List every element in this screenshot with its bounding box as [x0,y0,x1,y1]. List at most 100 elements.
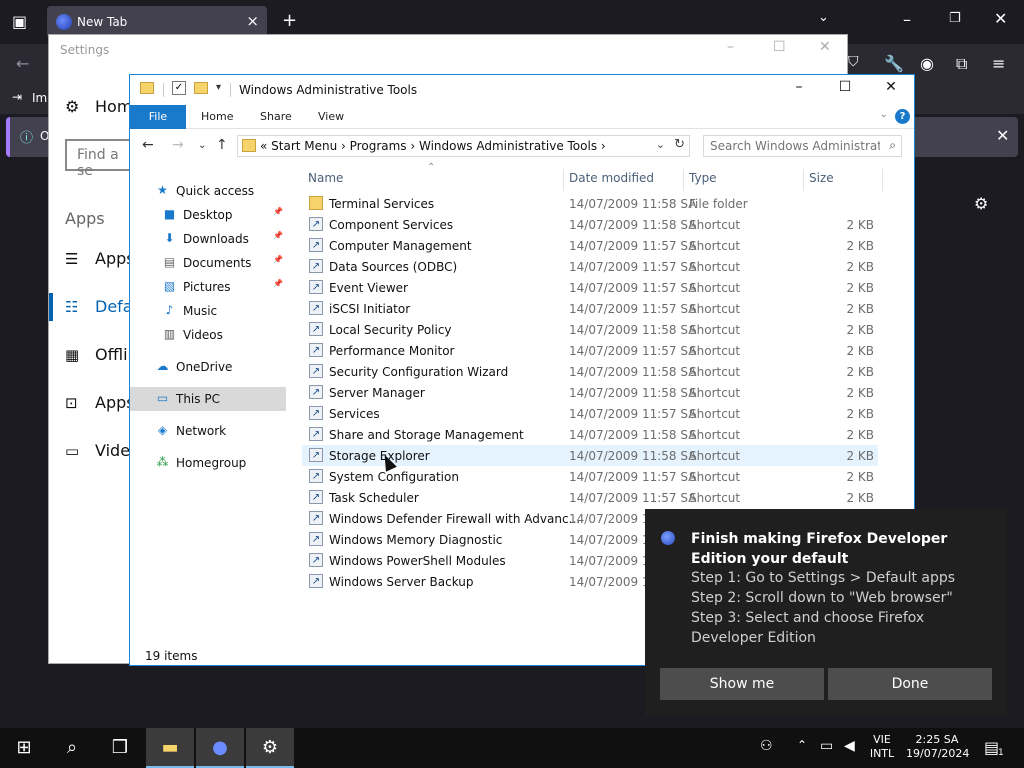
search-input[interactable] [710,138,880,154]
column-divider[interactable] [882,169,883,191]
start-windows-icon[interactable]: ⊞ [0,728,48,768]
page-settings-gear-icon[interactable]: ⚙ [974,194,988,213]
table-row[interactable]: ↗ Event Viewer 14/07/2009 11:57 SA Shortcut… [302,277,878,298]
forward-arrow-icon[interactable]: → [172,137,184,153]
pin-icon: 📌 [273,279,283,288]
table-row[interactable]: ↗ Services 14/07/2009 11:57 SA Shortcut 2 KB [302,403,878,424]
column-divider[interactable] [803,169,804,191]
table-row[interactable]: Terminal Services 14/07/2009 11:58 SA File… [302,193,878,214]
table-row[interactable]: ↗ Security Configuration Wizard 14/07/2009… [302,361,878,382]
explorer-maximize-icon[interactable]: ☐ [822,79,868,101]
new-tab-plus-icon[interactable]: + [282,10,297,31]
nav-item-this-pc[interactable]: ▭ This PC [130,387,286,411]
refresh-icon[interactable]: ↻ [674,137,685,152]
info-bar-close-icon[interactable]: ✕ [996,126,1009,145]
settings-nav-apps-websites[interactable]: ⊡ Apps [65,393,135,412]
nav-item-label: Videos [183,328,223,342]
breadcrumb[interactable]: « Start Menu › Programs › Windows Admini… [260,139,606,153]
file-name: Local Security Policy [329,323,452,337]
restore-icon[interactable]: ❐ [949,11,961,26]
menu-hamburger-icon[interactable]: ≡ [992,54,1005,73]
action-center-icon[interactable]: ▤ [984,738,999,757]
explorer-close-icon[interactable]: ✕ [868,79,914,101]
close-tab-icon[interactable]: × [246,12,259,30]
expand-ribbon-chevron-icon[interactable]: ⌄ [880,109,888,120]
done-button[interactable]: Done [828,668,992,700]
clock[interactable]: 2:25 SA 19/07/2024 [906,733,969,761]
ribbon-tab-home[interactable]: Home [201,110,233,123]
nav-item-network[interactable]: ◈ Network [130,419,286,443]
ribbon-tab-view[interactable]: View [318,110,344,123]
address-dropdown-icon[interactable]: ⌄ [656,138,665,151]
table-row[interactable]: ↗ Server Manager 14/07/2009 11:58 SA Shortc… [302,382,878,403]
back-arrow-icon[interactable]: ← [142,137,154,153]
search-box[interactable]: ⌕ [703,135,902,157]
settings-nav-apps-features[interactable]: ☰ Apps [65,249,135,268]
list-tabs-chevron-icon[interactable]: ⌄ [818,10,829,25]
nav-item-onedrive[interactable]: ☁ OneDrive [130,355,286,379]
settings-nav-offline-maps[interactable]: ▦ Offlin [65,345,138,364]
table-row[interactable]: ↗ Computer Management 14/07/2009 11:57 SA S… [302,235,878,256]
nav-item-documents[interactable]: ▤ Documents 📌 [130,251,286,275]
nav-item-pictures[interactable]: ▧ Pictures 📌 [130,275,286,299]
tab-overview-icon[interactable]: ▣ [12,12,27,31]
properties-check-icon[interactable]: ✓ [172,81,186,95]
tools-wrench-icon[interactable]: 🔧 [884,54,904,73]
ribbon-tab-share[interactable]: Share [260,110,292,123]
import-bookmarks-link[interactable]: Im [32,91,47,105]
column-header-name[interactable]: Name [308,171,343,185]
table-row[interactable]: ↗ Local Security Policy 14/07/2009 11:58 S… [302,319,878,340]
file-type: Shortcut [689,218,741,232]
input-language[interactable]: VIE INTL [868,733,896,761]
table-row[interactable]: ↗ iSCSI Initiator 14/07/2009 11:57 SA Short… [302,298,878,319]
column-divider[interactable] [563,169,564,191]
column-header-date[interactable]: Date modified [569,171,654,185]
nav-item-quick-access[interactable]: ★ Quick access [130,179,286,203]
up-arrow-icon[interactable]: ↑ [216,137,228,153]
nav-item-desktop[interactable]: ■ Desktop 📌 [130,203,286,227]
nav-item-videos[interactable]: ▥ Videos [130,323,286,347]
search-icon[interactable]: ⌕ [48,728,96,768]
back-icon[interactable]: ← [16,54,29,73]
file-name: Computer Management [329,239,472,253]
recent-locations-chevron-icon[interactable]: ⌄ [198,140,206,151]
table-row[interactable]: ↗ Task Scheduler 14/07/2009 11:57 SA Shortc… [302,487,878,508]
settings-close-icon[interactable]: ✕ [819,39,831,55]
task-view-icon[interactable]: ❒ [96,728,144,768]
customize-qat-dropdown-icon[interactable]: ▾ [216,82,221,93]
nav-item-homegroup[interactable]: ⁂ Homegroup [130,451,286,475]
column-divider[interactable] [683,169,684,191]
new-folder-icon[interactable] [194,82,208,94]
help-icon[interactable]: ? [895,109,910,124]
close-window-icon[interactable]: ✕ [994,9,1007,28]
minimize-icon[interactable]: – [903,10,911,29]
address-bar[interactable]: « Start Menu › Programs › Windows Admini… [237,135,690,157]
column-header-type[interactable]: Type [689,171,717,185]
table-row[interactable]: ↗ Data Sources (ODBC) 14/07/2009 11:57 SA S… [302,256,878,277]
nav-item-label: Downloads [183,232,249,246]
downloads-icon: ⬇ [164,231,175,245]
column-header-size[interactable]: Size [809,171,834,185]
file-explorer-taskbar-icon[interactable]: ▬ [146,728,194,768]
settings-taskbar-icon[interactable]: ⚙ [246,728,294,768]
table-row[interactable]: ↗ Share and Storage Management 14/07/2009 … [302,424,878,445]
settings-minimize-icon[interactable]: – [727,39,734,55]
people-icon[interactable]: ⚇ [760,738,773,754]
firefox-taskbar-icon[interactable]: ● [196,728,244,768]
account-icon[interactable]: ◉ [920,54,934,73]
ribbon-tab-file[interactable]: File [130,105,186,129]
show-hidden-icons-chevron-icon[interactable]: ⌃ [797,738,807,752]
table-row[interactable]: ↗ Component Services 14/07/2009 11:58 SA Sh… [302,214,878,235]
table-row[interactable]: ↗ Performance Monitor 14/07/2009 11:57 SA S… [302,340,878,361]
file-date: 14/07/2009 11:58 SA [569,449,697,463]
nav-item-music[interactable]: ♪ Music [130,299,286,323]
show-me-button[interactable]: Show me [660,668,824,700]
pocket-icon[interactable]: ⛉ [848,54,859,70]
extensions-icon[interactable]: ⧉ [956,54,967,74]
volume-muted-icon[interactable]: ◀ [844,738,855,754]
settings-maximize-icon[interactable]: ☐ [773,39,786,55]
shortcut-icon: ↗ [309,364,323,378]
network-icon[interactable]: ▭ [820,738,833,754]
nav-item-downloads[interactable]: ⬇ Downloads 📌 [130,227,286,251]
explorer-minimize-icon[interactable]: – [776,79,822,101]
